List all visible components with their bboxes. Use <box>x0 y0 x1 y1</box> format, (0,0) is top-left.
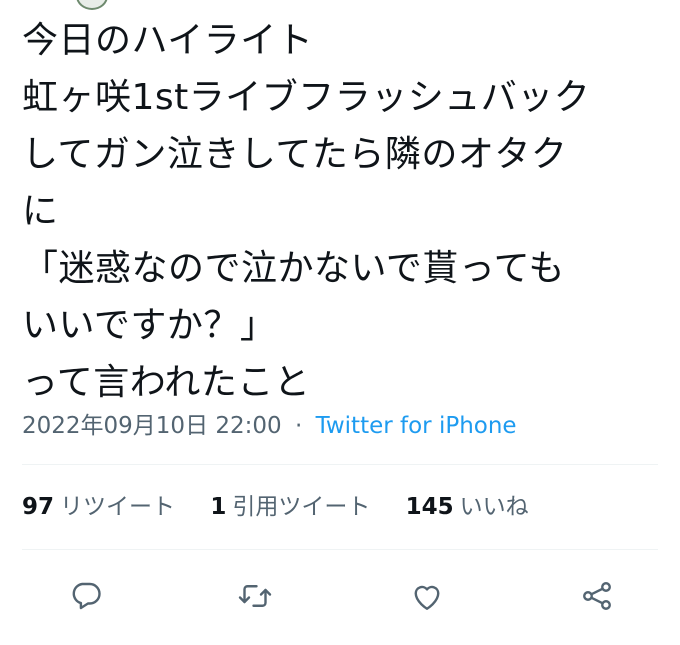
quotes-count: 1 <box>210 494 227 520</box>
avatar[interactable] <box>76 0 108 10</box>
source-link[interactable]: Twitter for iPhone <box>316 413 517 439</box>
retweets-stat[interactable]: 97 リツイート <box>22 494 182 520</box>
reply-icon <box>72 582 101 610</box>
like-button[interactable] <box>405 574 449 618</box>
divider <box>22 549 658 550</box>
retweet-icon <box>238 585 272 607</box>
action-bar <box>0 574 680 618</box>
timestamp-link[interactable]: 2022年09月10日 22:00 <box>22 413 282 439</box>
share-button[interactable] <box>575 574 619 618</box>
engagement-stats: 97 リツイート 1 引用ツイート 145 いいね <box>22 492 557 522</box>
quotes-label: 引用ツイート <box>232 494 371 520</box>
retweets-label: リツイート <box>60 494 176 520</box>
tweet-text: 今日のハイライト 虹ヶ咲1stライブフラッシュバック してガン泣きしてたら隣のオ… <box>22 12 672 411</box>
divider <box>22 464 658 465</box>
retweet-button[interactable] <box>233 574 277 618</box>
meta-separator: · <box>294 413 303 439</box>
tweet-line: 虹ヶ咲1stライブフラッシュバック <box>22 77 591 118</box>
tweet-line: 「迷惑なので泣かないで貰っても <box>22 248 565 289</box>
tweet-line: 今日のハイライト <box>22 20 314 61</box>
likes-label: いいね <box>459 494 529 520</box>
tweet-line: に <box>22 191 59 232</box>
tweet-line: って言われたこと <box>22 362 311 403</box>
quotes-stat[interactable]: 1 引用ツイート <box>210 494 377 520</box>
tweet-line: いいですか？」 <box>22 305 277 346</box>
likes-count: 145 <box>405 494 454 520</box>
likes-stat[interactable]: 145 いいね <box>406 494 529 520</box>
share-icon <box>583 582 611 610</box>
reply-button[interactable] <box>64 574 108 618</box>
retweets-count: 97 <box>22 494 55 520</box>
tweet-meta: 2022年09月10日 22:00 · Twitter for iPhone <box>22 411 517 441</box>
like-icon <box>414 585 440 610</box>
tweet-line: してガン泣きしてたら隣のオタク <box>22 134 568 175</box>
